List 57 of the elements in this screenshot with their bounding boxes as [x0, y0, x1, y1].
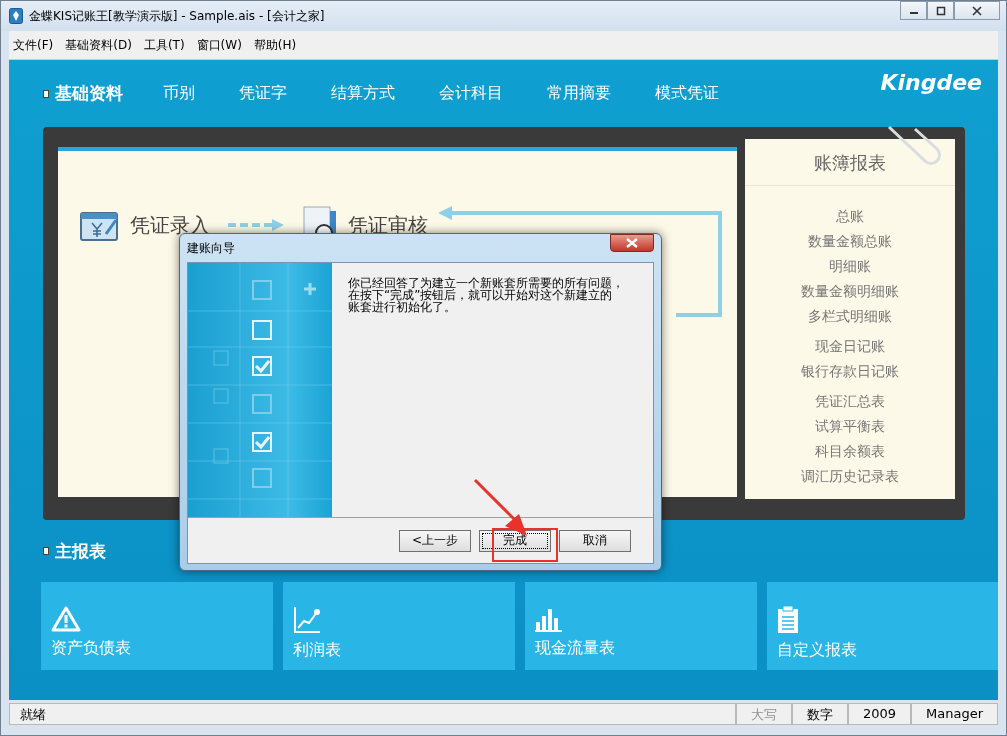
bullet-icon — [43, 547, 49, 555]
report-tile[interactable]: 现金流量表 — [525, 582, 757, 670]
status-pane: 就绪 — [9, 703, 736, 725]
section-title: 主报表 — [55, 539, 106, 563]
report-link[interactable]: 银行存款日记账 — [801, 359, 900, 384]
logo: Kingdee — [880, 70, 982, 95]
menu-item[interactable]: 工具(T) — [143, 36, 185, 54]
report-link[interactable]: 调汇历史记录表 — [801, 464, 900, 489]
highlight-frame — [492, 528, 558, 562]
report-link[interactable]: 科目余额表 — [815, 439, 886, 464]
message-text: 你已经回答了为建立一个新账套所需要的所有问题， — [348, 277, 624, 289]
message-text: 账套进行初始化了。 — [348, 301, 457, 313]
app-icon — [9, 8, 23, 24]
report-link[interactable]: 多栏式明细账 — [808, 304, 893, 329]
status-pane: Manager — [911, 703, 998, 725]
report-link[interactable]: 明细账 — [829, 254, 872, 279]
close-icon — [972, 5, 982, 16]
report-tile[interactable]: 自定义报表 — [767, 582, 998, 670]
report-link[interactable]: 试算平衡表 — [815, 414, 886, 439]
message-text: 在按下“完成”按钮后，就可以开始对这个新建立的 — [348, 289, 614, 301]
report-link[interactable]: 数量金额总账 — [808, 229, 893, 254]
status-pane: 大写 — [735, 703, 792, 725]
menu-item[interactable]: 文件(F) — [13, 36, 54, 54]
report-link[interactable]: 凭证汇总表 — [815, 389, 886, 414]
window-title: 金蝶KIS记账王[教学演示版] - Sample.ais - [会计之家] — [29, 7, 325, 25]
report-tile[interactable]: 资产负债表 — [41, 582, 273, 670]
report-link[interactable]: 数量金额明细账 — [801, 279, 900, 304]
close-button[interactable] — [610, 234, 654, 252]
minimize-button[interactable] — [900, 1, 927, 20]
menu-item[interactable]: 帮助(H) — [253, 36, 297, 54]
clipboard-icon — [777, 606, 799, 634]
bullet-icon — [43, 89, 49, 98]
status-pane: 2009 — [847, 703, 911, 725]
report-link[interactable]: 现金日记账 — [815, 334, 886, 359]
nav-link[interactable]: 凭证字 — [239, 83, 287, 104]
warning-icon — [51, 606, 81, 632]
close-icon — [626, 238, 638, 248]
dialog-title: 建账向导 — [187, 239, 235, 257]
section-title: 基础资料 — [55, 82, 123, 105]
line-chart-icon — [293, 606, 321, 634]
restore-button[interactable] — [927, 1, 954, 20]
nav-link[interactable]: 常用摘要 — [547, 83, 611, 104]
bar-chart-icon — [535, 606, 563, 632]
panel-title: 账簿报表 — [745, 139, 955, 186]
report-tile[interactable]: 利润表 — [283, 582, 515, 670]
menu-item[interactable]: 基础资料(D) — [65, 36, 132, 54]
report-link[interactable]: 总账 — [836, 204, 865, 229]
status-pane: 数字 — [791, 703, 848, 725]
dialog-button[interactable]: 取消 — [559, 529, 631, 552]
menu-item[interactable]: 窗口(W) — [196, 36, 242, 54]
dashed-arrow-icon — [226, 218, 286, 232]
nav-link[interactable]: 模式凭证 — [655, 83, 719, 104]
nav-link[interactable]: 币别 — [163, 83, 195, 104]
nav-link[interactable]: 会计科目 — [439, 83, 503, 104]
nav-link[interactable]: 结算方式 — [331, 83, 395, 104]
dialog-button[interactable]: <上一步 — [399, 529, 471, 552]
restore-icon — [935, 5, 946, 16]
